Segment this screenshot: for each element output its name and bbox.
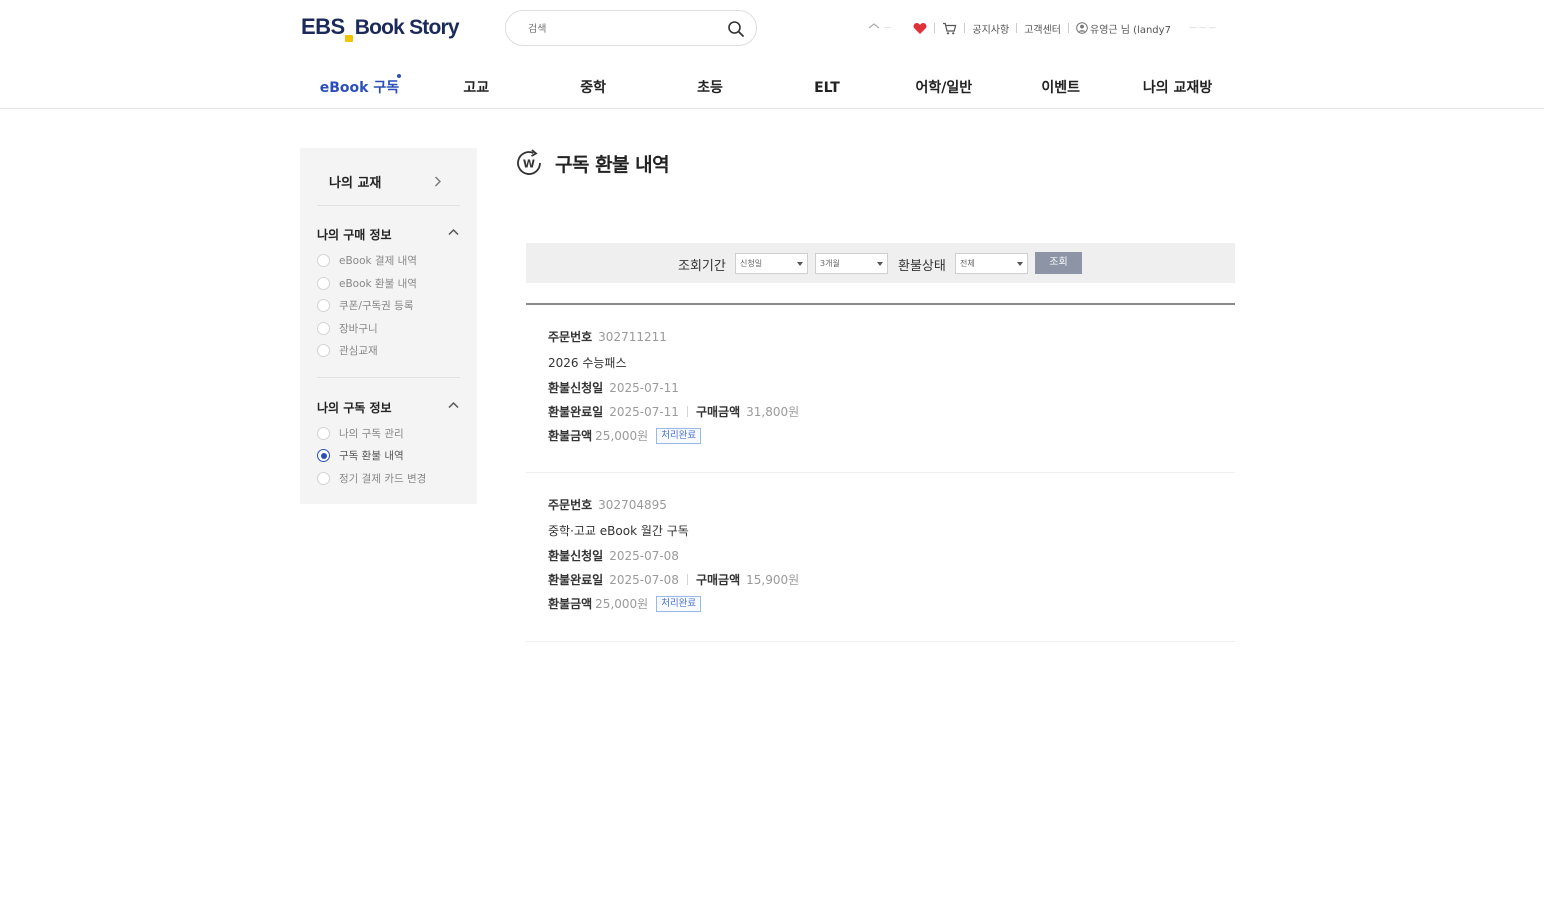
product-name[interactable]: 2026 수능패스 (548, 354, 627, 371)
complete-date: 2025-07-11 (609, 404, 679, 419)
user-name[interactable]: 유영근 님 (landy7 (1090, 21, 1171, 36)
radio-icon (317, 344, 330, 357)
search-icon[interactable] (727, 20, 745, 38)
nav-my-books[interactable]: 나의 교재방 (1119, 70, 1236, 106)
sidebar: 나의 교재 나의 구매 정보 eBook 결제 내역 eBook 환불 내역 쿠… (300, 148, 477, 504)
sidebar-item-subscription-manage[interactable]: 나의 구독 관리 (317, 426, 404, 441)
main-nav: eBook 구독 고교 중학 초등 ELT 어학/일반 이벤트 나의 교재방 (301, 70, 1236, 106)
nav-event[interactable]: 이벤트 (1002, 70, 1119, 106)
purchase-amount: 31,800원 (746, 405, 800, 419)
search-input[interactable] (526, 19, 720, 39)
nav-elementary[interactable]: 초등 (652, 70, 769, 106)
chevron-right-icon[interactable] (434, 176, 442, 187)
sidebar-item-coupon[interactable]: 쿠폰/구독권 등록 (317, 298, 414, 313)
search-button[interactable]: 조회 (1035, 252, 1082, 274)
product-name[interactable]: 중학·고교 eBook 월간 구독 (548, 522, 689, 539)
request-date-row: 환불신청일 2025-07-11 (548, 380, 679, 396)
radio-icon (317, 254, 330, 267)
radio-icon (317, 299, 330, 312)
complete-date-row: 환불완료일 2025-07-11 구매금액 31,800원 (548, 404, 800, 420)
notice-link[interactable]: 공지사항 (972, 21, 1009, 36)
nav-elt[interactable]: ELT (769, 70, 886, 106)
product-row: 2026 수능패스 (548, 354, 627, 371)
util-faded-right: ㅡ ㅡ ㅡ (1188, 23, 1217, 33)
util-faded-left: ㅡ (884, 23, 892, 33)
nav-ebook-subscription[interactable]: eBook 구독 (301, 70, 418, 106)
refund-icon-letter: W (523, 158, 535, 171)
radio-icon (317, 472, 330, 485)
refund-amount-row: 환불금액 25,000원 처리완료 (548, 595, 702, 612)
status-select[interactable]: 전체 (955, 253, 1028, 274)
new-dot (397, 74, 401, 78)
order-number-row: 주문번호 302704895 (548, 497, 667, 513)
refund-icon: W (517, 149, 541, 175)
complete-date: 2025-07-08 (609, 572, 679, 587)
sidebar-item-ebook-refund[interactable]: eBook 환불 내역 (317, 276, 417, 291)
filter-bar: 조회기간 신청일 3개월 환불상태 전체 조회 (526, 243, 1235, 283)
order-number: 302704895 (598, 497, 667, 512)
nav-high-school[interactable]: 고교 (418, 70, 535, 106)
cart-icon[interactable] (942, 22, 957, 35)
radio-icon (317, 322, 330, 335)
chevron-down-icon (877, 262, 883, 266)
nav-divider (0, 108, 1544, 109)
list-top-border (526, 303, 1235, 305)
period-type-select[interactable]: 신청일 (735, 253, 808, 274)
page-title: 구독 환불 내역 (555, 154, 670, 176)
home-icon[interactable] (868, 23, 880, 33)
sidebar-item-wishlist[interactable]: 관심교재 (317, 343, 378, 358)
support-link[interactable]: 고객센터 (1024, 21, 1061, 36)
logo-bookstory: Book Story (354, 16, 460, 39)
purchase-amount: 15,900원 (746, 573, 800, 587)
period-range-select[interactable]: 3개월 (815, 253, 888, 274)
radio-icon (317, 427, 330, 440)
search-box (505, 10, 757, 46)
utility-nav: ㅡ 공지사항 고객센터 유영근 님 (landy7 ㅡ ㅡ ㅡ (868, 18, 1216, 38)
chevron-down-icon (797, 262, 803, 266)
status-badge: 처리완료 (656, 427, 702, 444)
sidebar-item-subscription-refund[interactable]: 구독 환불 내역 (317, 448, 404, 463)
refund-amount: 25,000원 (595, 597, 649, 611)
sidebar-item-card-change[interactable]: 정기 결제 카드 변경 (317, 471, 426, 486)
radio-icon (317, 277, 330, 290)
order-number-row: 주문번호 302711211 (548, 329, 667, 345)
request-date: 2025-07-08 (609, 548, 679, 563)
sidebar-section-purchase: 나의 구매 정보 (317, 228, 392, 242)
logo-ebs: EBS (301, 14, 345, 39)
product-row: 중학·고교 eBook 월간 구독 (548, 522, 689, 539)
request-date: 2025-07-11 (609, 380, 679, 395)
refund-amount: 25,000원 (595, 429, 649, 443)
nav-middle-school[interactable]: 중학 (535, 70, 652, 106)
status-badge: 처리완료 (656, 595, 702, 612)
order-number: 302711211 (598, 329, 667, 344)
chevron-down-icon (1017, 262, 1023, 266)
chevron-up-icon[interactable] (448, 227, 459, 238)
request-date-row: 환불신청일 2025-07-08 (548, 548, 679, 564)
sidebar-my-books[interactable]: 나의 교재 (329, 172, 381, 191)
user-icon (1076, 22, 1088, 34)
sidebar-section-subscription: 나의 구독 정보 (317, 401, 392, 415)
status-label: 환불상태 (898, 259, 946, 274)
sidebar-item-cart[interactable]: 장바구니 (317, 321, 378, 336)
chevron-up-icon[interactable] (448, 400, 459, 411)
logo[interactable]: EBS Book Story (301, 14, 460, 44)
nav-language-general[interactable]: 어학/일반 (885, 70, 1002, 106)
refund-amount-row: 환불금액 25,000원 처리완료 (548, 427, 702, 444)
heart-icon[interactable] (913, 22, 927, 35)
radio-selected-icon (317, 449, 330, 462)
period-label: 조회기간 (678, 259, 726, 274)
complete-date-row: 환불완료일 2025-07-08 구매금액 15,900원 (548, 572, 800, 588)
sidebar-item-ebook-payment[interactable]: eBook 결제 내역 (317, 253, 417, 268)
